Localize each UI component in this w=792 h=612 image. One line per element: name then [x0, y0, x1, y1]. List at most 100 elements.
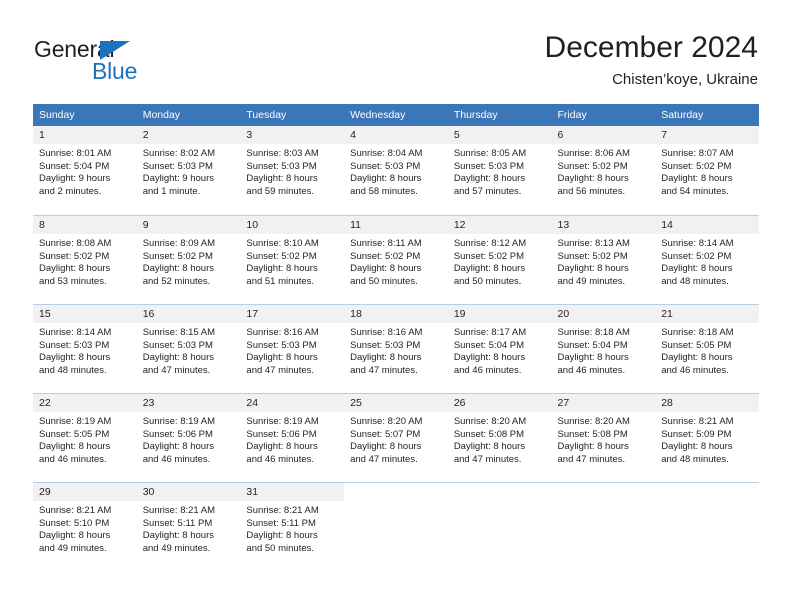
- day-info: Sunrise: 8:16 AM Sunset: 5:03 PM Daylight:…: [344, 323, 448, 377]
- calendar-day-cell[interactable]: 1 Sunrise: 8:01 AM Sunset: 5:04 PM Daylight…: [33, 126, 137, 215]
- day-cell-inner: 23 Sunrise: 8:19 AM Sunset: 5:06 PM Dayligh…: [136, 393, 241, 482]
- day-info-sunset: Sunset: 5:06 PM: [142, 428, 213, 440]
- day-cell-inner: 30 Sunrise: 8:21 AM Sunset: 5:11 PM Dayligh…: [136, 482, 241, 571]
- day-number: 18: [344, 305, 448, 323]
- day-info: [448, 501, 552, 505]
- title-block: December 2024 Chisten’koye, Ukraine: [545, 30, 758, 90]
- day-info-daylight1: Daylight: 8 hours: [661, 173, 733, 185]
- calendar-day-cell[interactable]: 26 Sunrise: 8:20 AM Sunset: 5:08 PM Dayligh…: [447, 393, 552, 482]
- day-info-sunset: Sunset: 5:02 PM: [661, 160, 732, 172]
- day-info: [344, 501, 448, 505]
- day-info: Sunrise: 8:20 AM Sunset: 5:07 PM Daylight:…: [344, 412, 448, 466]
- calendar-day-cell[interactable]: 5 Sunrise: 8:05 AM Sunset: 5:03 PM Daylight…: [447, 126, 552, 215]
- day-info-daylight2: and 56 minutes.: [557, 185, 626, 197]
- day-cell-inner: 17 Sunrise: 8:16 AM Sunset: 5:03 PM Dayligh…: [240, 304, 345, 393]
- day-number: 26: [447, 394, 552, 412]
- day-info-sunrise: Sunrise: 8:14 AM: [661, 238, 734, 249]
- day-number: 11: [344, 216, 448, 234]
- day-cell-inner: 11 Sunrise: 8:11 AM Sunset: 5:02 PM Dayligh…: [344, 215, 448, 304]
- day-number: 21: [655, 305, 759, 323]
- calendar-day-cell[interactable]: 23 Sunrise: 8:19 AM Sunset: 5:06 PM Dayligh…: [136, 393, 241, 482]
- day-info-daylight2: and 49 minutes.: [39, 542, 107, 554]
- day-info-daylight1: Daylight: 8 hours: [453, 441, 526, 453]
- calendar-day-cell[interactable]: 27 Sunrise: 8:20 AM Sunset: 5:08 PM Dayligh…: [551, 393, 656, 482]
- calendar-day-cell[interactable]: 11 Sunrise: 8:11 AM Sunset: 5:02 PM Dayligh…: [344, 215, 448, 304]
- day-info-daylight2: and 50 minutes.: [453, 275, 522, 287]
- calendar-day-cell[interactable]: 6 Sunrise: 8:06 AM Sunset: 5:02 PM Daylight…: [551, 126, 656, 215]
- day-cell-inner: 29 Sunrise: 8:21 AM Sunset: 5:10 PM Dayligh…: [33, 482, 137, 571]
- day-info-sunrise: Sunrise: 8:01 AM: [39, 148, 112, 159]
- day-info: [552, 501, 656, 505]
- day-info-sunset: Sunset: 5:11 PM: [142, 517, 213, 529]
- day-info-daylight2: and 47 minutes.: [557, 453, 626, 465]
- day-info: Sunrise: 8:19 AM Sunset: 5:06 PM Daylight:…: [137, 412, 241, 466]
- day-info-sunrise: Sunrise: 8:13 AM: [557, 238, 630, 249]
- day-info-sunset: Sunset: 5:05 PM: [39, 428, 110, 440]
- day-info-daylight1: Daylight: 8 hours: [39, 352, 111, 364]
- day-info-sunset: Sunset: 5:02 PM: [557, 250, 628, 262]
- day-info: Sunrise: 8:21 AM Sunset: 5:10 PM Daylight:…: [33, 501, 137, 555]
- day-info-daylight1: Daylight: 8 hours: [557, 441, 629, 453]
- calendar-day-cell[interactable]: 8 Sunrise: 8:08 AM Sunset: 5:02 PM Daylight…: [33, 215, 137, 304]
- calendar-day-cell[interactable]: 29 Sunrise: 8:21 AM Sunset: 5:10 PM Dayligh…: [33, 482, 137, 571]
- day-cell-inner: 19 Sunrise: 8:17 AM Sunset: 5:04 PM Dayligh…: [447, 304, 552, 393]
- day-info-daylight1: Daylight: 8 hours: [350, 173, 422, 185]
- day-cell-inner: 10 Sunrise: 8:10 AM Sunset: 5:02 PM Dayligh…: [240, 215, 345, 304]
- day-number: [552, 483, 656, 501]
- day-info-sunset: Sunset: 5:08 PM: [557, 428, 628, 440]
- day-number: 30: [136, 483, 241, 501]
- calendar-day-cell[interactable]: 18 Sunrise: 8:16 AM Sunset: 5:03 PM Dayligh…: [344, 304, 448, 393]
- day-cell-inner: 16 Sunrise: 8:15 AM Sunset: 5:03 PM Dayligh…: [136, 304, 241, 393]
- day-info-daylight2: and 54 minutes.: [661, 185, 729, 197]
- calendar-day-cell[interactable]: 4 Sunrise: 8:04 AM Sunset: 5:03 PM Daylight…: [344, 126, 448, 215]
- calendar-day-cell[interactable]: 30 Sunrise: 8:21 AM Sunset: 5:11 PM Dayligh…: [136, 482, 241, 571]
- calendar-day-cell[interactable]: 19 Sunrise: 8:17 AM Sunset: 5:04 PM Dayligh…: [447, 304, 552, 393]
- calendar-day-cell[interactable]: 14 Sunrise: 8:14 AM Sunset: 5:02 PM Dayligh…: [655, 215, 759, 304]
- day-info-sunrise: Sunrise: 8:08 AM: [39, 238, 112, 249]
- day-info: Sunrise: 8:10 AM Sunset: 5:02 PM Daylight:…: [240, 234, 344, 288]
- calendar-day-cell[interactable]: 22 Sunrise: 8:19 AM Sunset: 5:05 PM Dayligh…: [33, 393, 137, 482]
- calendar-week-row: 8 Sunrise: 8:08 AM Sunset: 5:02 PM Daylight…: [33, 215, 759, 304]
- calendar-day-cell[interactable]: 12 Sunrise: 8:12 AM Sunset: 5:02 PM Dayligh…: [447, 215, 552, 304]
- day-info-sunrise: Sunrise: 8:19 AM: [39, 416, 112, 427]
- calendar-day-cell[interactable]: 21 Sunrise: 8:18 AM Sunset: 5:05 PM Dayligh…: [655, 304, 759, 393]
- calendar-day-cell[interactable]: 25 Sunrise: 8:20 AM Sunset: 5:07 PM Dayligh…: [344, 393, 448, 482]
- calendar-day-cell[interactable]: 15 Sunrise: 8:14 AM Sunset: 5:03 PM Dayligh…: [33, 304, 137, 393]
- day-number: 17: [240, 305, 345, 323]
- day-info-sunrise: Sunrise: 8:19 AM: [246, 416, 319, 427]
- day-info: [655, 501, 759, 505]
- day-cell-inner: 25 Sunrise: 8:20 AM Sunset: 5:07 PM Dayligh…: [344, 393, 448, 482]
- calendar-day-cell[interactable]: 28 Sunrise: 8:21 AM Sunset: 5:09 PM Dayligh…: [655, 393, 759, 482]
- calendar-day-cell[interactable]: 9 Sunrise: 8:09 AM Sunset: 5:02 PM Daylight…: [136, 215, 241, 304]
- day-cell-inner: 5 Sunrise: 8:05 AM Sunset: 5:03 PM Daylight…: [447, 126, 552, 215]
- day-number: 28: [655, 394, 759, 412]
- calendar-day-cell[interactable]: 31 Sunrise: 8:21 AM Sunset: 5:11 PM Dayligh…: [240, 482, 345, 571]
- day-cell-inner: 9 Sunrise: 8:09 AM Sunset: 5:02 PM Daylight…: [136, 215, 241, 304]
- day-cell-inner: 14 Sunrise: 8:14 AM Sunset: 5:02 PM Dayligh…: [655, 215, 759, 304]
- day-number: 12: [447, 216, 552, 234]
- day-info-daylight2: and 47 minutes.: [350, 364, 418, 376]
- calendar-day-cell[interactable]: 7 Sunrise: 8:07 AM Sunset: 5:02 PM Daylight…: [655, 126, 759, 215]
- day-cell-inner: 13 Sunrise: 8:13 AM Sunset: 5:02 PM Dayligh…: [551, 215, 656, 304]
- day-info-sunset: Sunset: 5:02 PM: [39, 250, 110, 262]
- day-info: Sunrise: 8:13 AM Sunset: 5:02 PM Daylight:…: [552, 234, 656, 288]
- day-info-sunset: Sunset: 5:02 PM: [453, 250, 525, 262]
- calendar-day-cell: [655, 482, 759, 571]
- calendar-day-cell[interactable]: 16 Sunrise: 8:15 AM Sunset: 5:03 PM Dayligh…: [136, 304, 241, 393]
- day-info-sunset: Sunset: 5:09 PM: [661, 428, 732, 440]
- day-info-daylight2: and 49 minutes.: [557, 275, 626, 287]
- calendar-day-cell[interactable]: 3 Sunrise: 8:03 AM Sunset: 5:03 PM Daylight…: [240, 126, 345, 215]
- calendar-day-cell[interactable]: 2 Sunrise: 8:02 AM Sunset: 5:03 PM Daylight…: [136, 126, 241, 215]
- page-title: December 2024: [544, 31, 758, 64]
- calendar-day-cell[interactable]: 10 Sunrise: 8:10 AM Sunset: 5:02 PM Dayligh…: [240, 215, 345, 304]
- day-info: Sunrise: 8:14 AM Sunset: 5:03 PM Daylight:…: [33, 323, 137, 377]
- day-info: Sunrise: 8:21 AM Sunset: 5:11 PM Daylight:…: [137, 501, 241, 555]
- day-number: 19: [447, 305, 552, 323]
- day-info-daylight2: and 51 minutes.: [246, 275, 315, 287]
- calendar-day-cell[interactable]: 17 Sunrise: 8:16 AM Sunset: 5:03 PM Dayligh…: [240, 304, 345, 393]
- calendar-day-cell[interactable]: 20 Sunrise: 8:18 AM Sunset: 5:04 PM Dayligh…: [551, 304, 656, 393]
- calendar-day-cell[interactable]: 13 Sunrise: 8:13 AM Sunset: 5:02 PM Dayligh…: [551, 215, 656, 304]
- day-cell-inner: 2 Sunrise: 8:02 AM Sunset: 5:03 PM Daylight…: [136, 126, 241, 215]
- day-info-sunrise: Sunrise: 8:21 AM: [39, 505, 112, 516]
- calendar-day-cell[interactable]: 24 Sunrise: 8:19 AM Sunset: 5:06 PM Dayligh…: [240, 393, 345, 482]
